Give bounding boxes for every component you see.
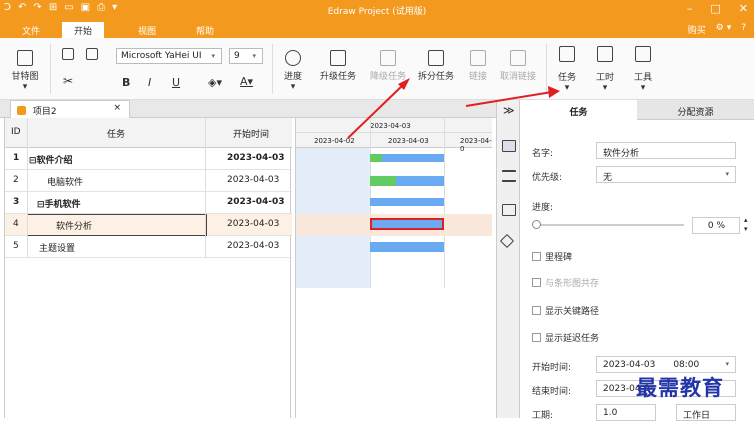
annotation-arrow-task — [465, 91, 553, 107]
annotation-arrowhead — [548, 86, 560, 98]
watermark-text: 最需教育 — [636, 375, 724, 400]
annotation-arrow-split — [347, 83, 405, 139]
annotation-arrows — [347, 78, 560, 139]
